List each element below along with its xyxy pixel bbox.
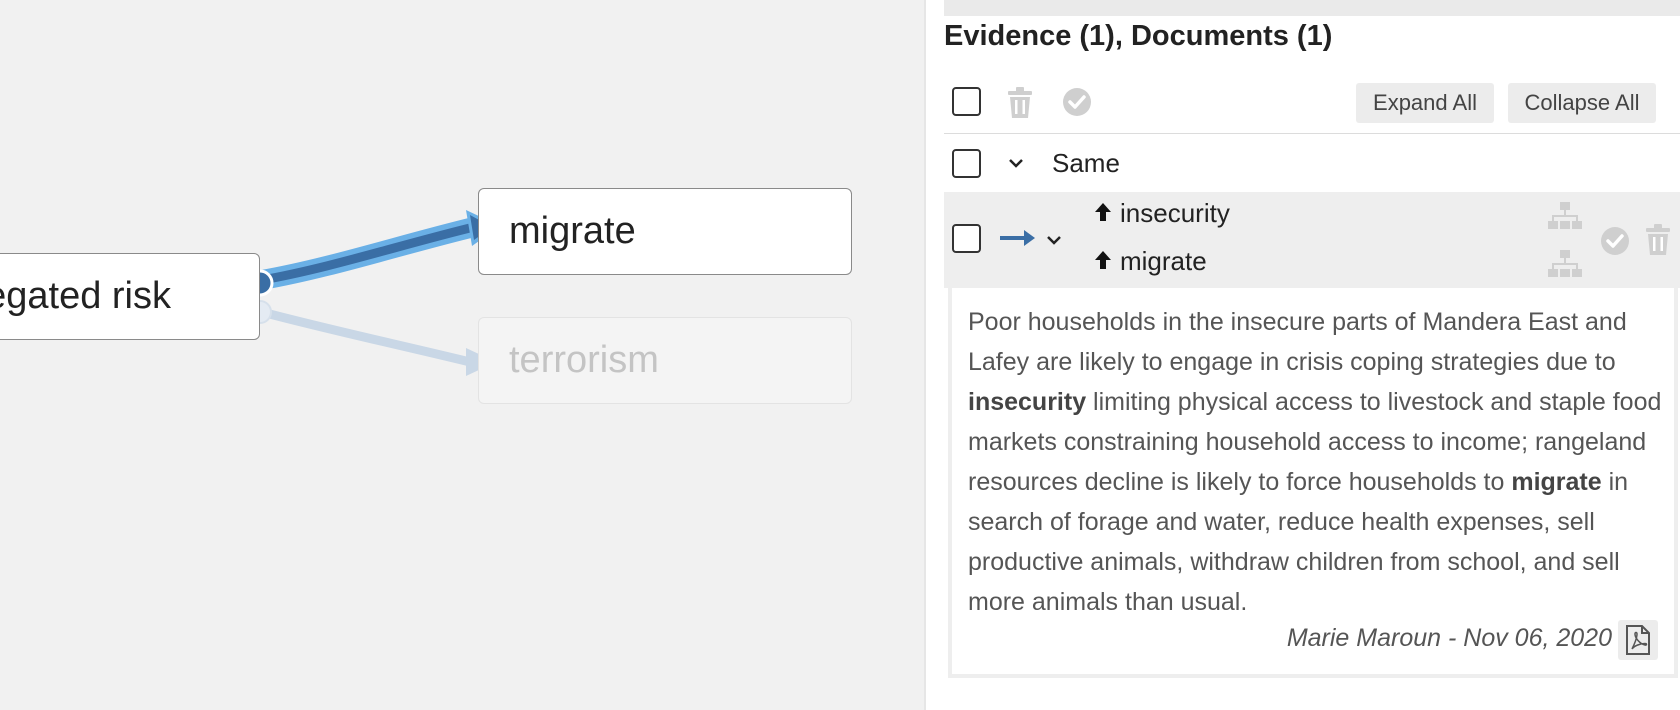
evidence-highlight-subject: insecurity: [968, 388, 1087, 416]
group-checkbox[interactable]: [952, 149, 981, 178]
statement-chevron-down-icon[interactable]: [1044, 230, 1064, 255]
node-migrate-label: migrate: [509, 210, 636, 252]
evidence-panel: Evidence (1), Documents (1) Expand All C…: [924, 0, 1680, 710]
evidence-toolbar: Expand All Collapse All: [944, 80, 1680, 134]
statement-subject[interactable]: insecurity: [1094, 198, 1230, 229]
node-source-label: egated risk: [0, 275, 171, 317]
graph-canvas[interactable]: egated risk migrate terrorism: [0, 0, 924, 710]
statement-object-label: migrate: [1120, 246, 1207, 276]
edge-to-migrate[interactable]: [261, 222, 476, 285]
group-row-same[interactable]: Same: [944, 137, 1680, 192]
node-migrate[interactable]: migrate: [478, 188, 852, 275]
arrow-up-icon: [1094, 198, 1112, 229]
collapse-all-button[interactable]: Collapse All: [1508, 83, 1656, 123]
arrow-right-icon: [1000, 228, 1036, 253]
evidence-text-part: Poor households in the insecure parts of…: [968, 308, 1627, 376]
evidence-author-date: Marie Maroun - Nov 06, 2020: [1286, 624, 1612, 652]
trash-icon[interactable]: [1644, 224, 1672, 261]
hierarchy-icon[interactable]: [1548, 202, 1582, 235]
statement-subject-label: insecurity: [1120, 198, 1230, 228]
edge-to-terrorism[interactable]: [260, 307, 472, 367]
select-all-checkbox[interactable]: [952, 87, 981, 116]
node-source[interactable]: egated risk: [0, 253, 260, 340]
pdf-icon[interactable]: [1618, 620, 1658, 660]
node-terrorism[interactable]: terrorism: [478, 317, 852, 404]
check-circle-icon[interactable]: [1062, 87, 1092, 122]
hierarchy-icon[interactable]: [1548, 250, 1582, 283]
trash-icon[interactable]: [1006, 87, 1034, 124]
panel-title: Evidence (1), Documents (1): [944, 20, 1333, 52]
evidence-highlight-object: migrate: [1511, 468, 1602, 496]
panel-top-bar: [944, 0, 1680, 16]
arrow-up-icon: [1094, 246, 1112, 277]
chevron-down-icon[interactable]: [1006, 153, 1026, 178]
statement-checkbox[interactable]: [952, 224, 981, 253]
evidence-text: Poor households in the insecure parts of…: [968, 302, 1668, 622]
expand-all-button[interactable]: Expand All: [1356, 83, 1494, 123]
statement-row[interactable]: insecurity migrate: [944, 192, 1680, 288]
evidence-card: Poor households in the insecure parts of…: [948, 288, 1678, 678]
statement-object[interactable]: migrate: [1094, 246, 1207, 277]
group-label: Same: [1052, 148, 1120, 178]
node-terrorism-label: terrorism: [509, 339, 659, 381]
check-circle-icon[interactable]: [1600, 226, 1630, 261]
